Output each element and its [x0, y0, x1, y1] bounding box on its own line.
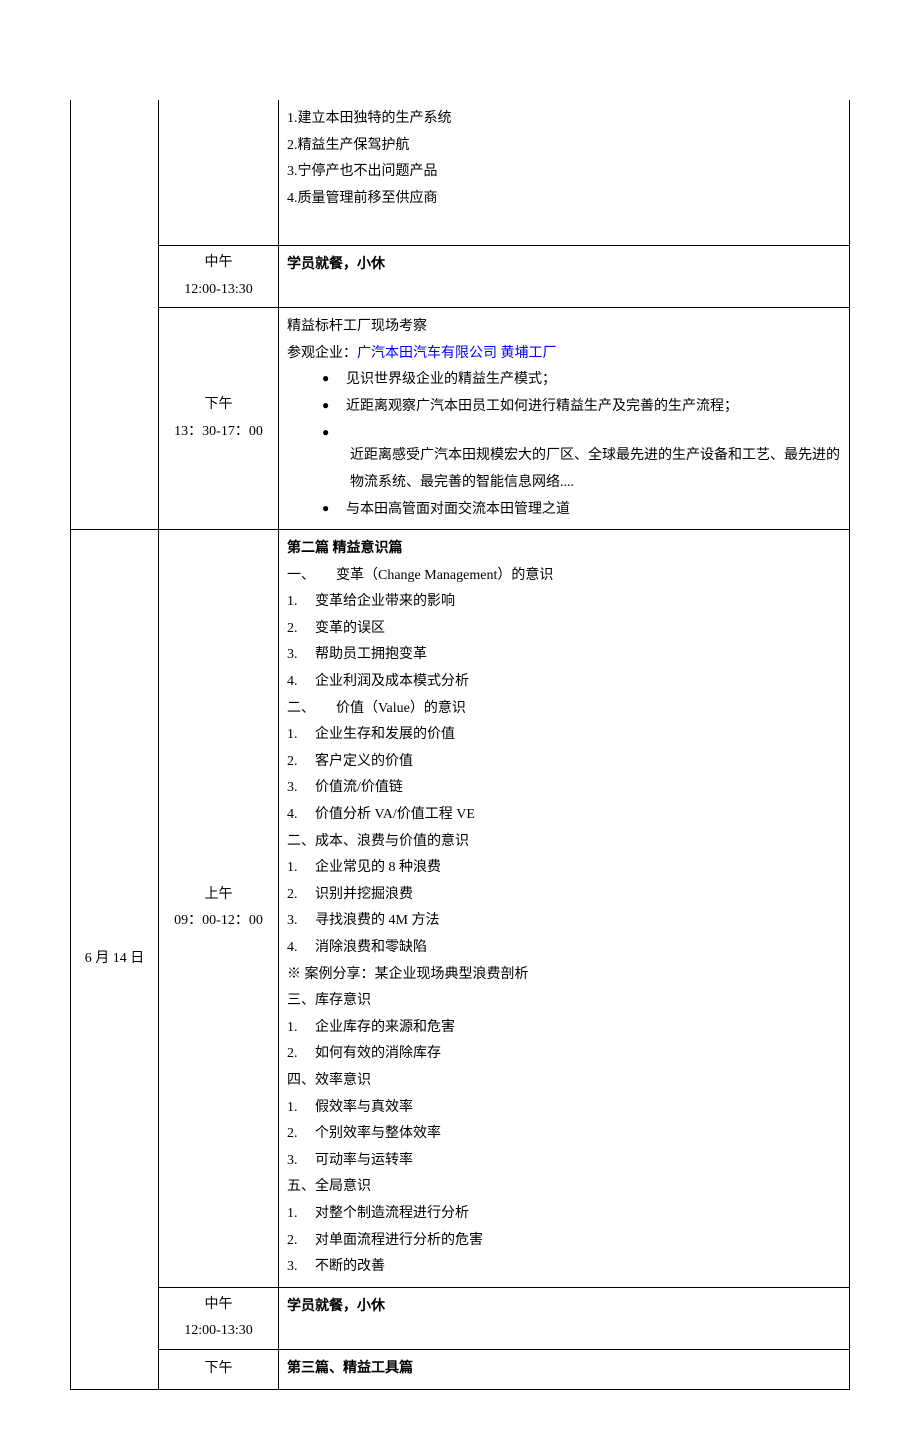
content-line: 精益标杆工厂现场考察 — [287, 314, 841, 341]
bullet-text: 见识世界级企业的精益生产模式； — [346, 367, 841, 394]
content-cell: 第三篇、精益工具篇 — [279, 1349, 850, 1389]
section-heading: 第三篇、精益工具篇 — [287, 1361, 413, 1376]
content-line: 2. 客户定义的价值 — [287, 749, 841, 776]
content-cell: 1.建立本田独特的生产系统 2.精益生产保驾护航 3.宁停产也不出问题产品 4.… — [279, 100, 850, 245]
content-line: 4.质量管理前移至供应商 — [287, 186, 841, 213]
time-cell: 中午 12:00-13:30 — [159, 245, 279, 307]
time-cell: 下午 — [159, 1349, 279, 1389]
date-cell: 6 月 14 日 — [71, 530, 159, 1389]
content-line: 3. 寻找浪费的 4M 方法 — [287, 908, 841, 935]
table-row: 下午 13：30-17：00 精益标杆工厂现场考察 参观企业：广汽本田汽车有限公… — [71, 308, 850, 530]
content-line: ※ 案例分享：某企业现场典型浪费剖析 — [287, 962, 841, 989]
time-cell: 下午 13：30-17：00 — [159, 308, 279, 530]
table-row: 中午 12:00-13:30 学员就餐，小休 — [71, 245, 850, 307]
content-line: 1. 企业库存的来源和危害 — [287, 1015, 841, 1042]
content-line: 3.宁停产也不出问题产品 — [287, 159, 841, 186]
time-range: 09：00-12：00 — [165, 908, 272, 935]
content-line: 1. 假效率与真效率 — [287, 1095, 841, 1122]
bullet-text: 近距离观察广汽本田员工如何进行精益生产及完善的生产流程； — [346, 394, 841, 421]
content-line: 1.建立本田独特的生产系统 — [287, 106, 841, 133]
content-line: 3. 帮助员工拥抱变革 — [287, 642, 841, 669]
time-cell: 上午 09：00-12：00 — [159, 530, 279, 1288]
table-row: 中午 12:00-13:30 学员就餐，小休 — [71, 1287, 850, 1349]
content-line: 1. 变革给企业带来的影响 — [287, 589, 841, 616]
content-cell: 精益标杆工厂现场考察 参观企业：广汽本田汽车有限公司 黄埔工厂 ● 见识世界级企… — [279, 308, 850, 530]
time-range: 13：30-17：00 — [165, 419, 272, 446]
content-line: 一、 变革（Change Management）的意识 — [287, 563, 841, 590]
date-cell-empty — [71, 100, 159, 530]
time-label: 上午 — [165, 882, 272, 909]
bullet-text: 近距离感受广汽本田规模宏大的厂区、全球最先进的生产设备和工艺、最先进的物流系统、… — [350, 443, 841, 496]
bullet-icon: ● — [322, 394, 346, 417]
time-label: 下午 — [165, 392, 272, 419]
content-line: 2.精益生产保驾护航 — [287, 133, 841, 160]
content-line: 二、 价值（Value）的意识 — [287, 696, 841, 723]
content-cell: 学员就餐，小休 — [279, 245, 850, 307]
content-line: 三、库存意识 — [287, 988, 841, 1015]
lunch-text: 学员就餐，小休 — [287, 1299, 385, 1314]
table-row: 1.建立本田独特的生产系统 2.精益生产保驾护航 3.宁停产也不出问题产品 4.… — [71, 100, 850, 245]
company-name: 广汽本田汽车有限公司 黄埔工厂 — [357, 346, 557, 361]
content-line: 1. 对整个制造流程进行分析 — [287, 1201, 841, 1228]
bullet-item: ● — [287, 421, 841, 444]
bullet-text: 与本田高管面对面交流本田管理之道 — [346, 497, 841, 524]
time-range: 12:00-13:30 — [165, 1318, 272, 1345]
content-line: 4. 企业利润及成本模式分析 — [287, 669, 841, 696]
content-line: 参观企业：广汽本田汽车有限公司 黄埔工厂 — [287, 341, 841, 368]
content-line: 4. 价值分析 VA/价值工程 VE — [287, 802, 841, 829]
content-line: 2. 变革的误区 — [287, 616, 841, 643]
content-line: 2. 对单面流程进行分析的危害 — [287, 1228, 841, 1255]
table-row: 6 月 14 日 上午 09：00-12：00 第二篇 精益意识篇 一、 变革（… — [71, 530, 850, 1288]
content-line: 五、全局意识 — [287, 1174, 841, 1201]
content-cell: 学员就餐，小休 — [279, 1287, 850, 1349]
time-range: 12:00-13:30 — [165, 277, 272, 304]
bullet-item: ● 近距离观察广汽本田员工如何进行精益生产及完善的生产流程； — [287, 394, 841, 421]
content-line: 四、效率意识 — [287, 1068, 841, 1095]
bullet-item: ● 见识世界级企业的精益生产模式； — [287, 367, 841, 394]
content-line: 3. 价值流/价值链 — [287, 775, 841, 802]
content-line: 3. 不断的改善 — [287, 1254, 841, 1281]
content-line: 1. 企业生存和发展的价值 — [287, 722, 841, 749]
content-line: 2. 如何有效的消除库存 — [287, 1041, 841, 1068]
time-label: 中午 — [165, 250, 272, 277]
bullet-icon: ● — [322, 421, 346, 444]
content-cell: 第二篇 精益意识篇 一、 变革（Change Management）的意识 1.… — [279, 530, 850, 1288]
time-label: 中午 — [165, 1292, 272, 1319]
content-line: 1. 企业常见的 8 种浪费 — [287, 855, 841, 882]
schedule-table: 1.建立本田独特的生产系统 2.精益生产保驾护航 3.宁停产也不出问题产品 4.… — [70, 100, 850, 1390]
bullet-continuation: 近距离感受广汽本田规模宏大的厂区、全球最先进的生产设备和工艺、最先进的物流系统、… — [287, 443, 841, 496]
bullet-item: ● 与本田高管面对面交流本田管理之道 — [287, 497, 841, 524]
content-line: 二、成本、浪费与价值的意识 — [287, 829, 841, 856]
time-label: 下午 — [165, 1356, 272, 1383]
section-heading: 第二篇 精益意识篇 — [287, 536, 841, 563]
time-cell — [159, 100, 279, 245]
content-line: 2. 个别效率与整体效率 — [287, 1121, 841, 1148]
bullet-icon: ● — [322, 367, 346, 390]
bullet-icon: ● — [322, 497, 346, 520]
content-line: 3. 可动率与运转率 — [287, 1148, 841, 1175]
visit-prefix: 参观企业： — [287, 346, 357, 361]
table-row: 下午 第三篇、精益工具篇 — [71, 1349, 850, 1389]
lunch-text: 学员就餐，小休 — [287, 257, 385, 272]
content-blank — [287, 212, 841, 239]
time-cell: 中午 12:00-13:30 — [159, 1287, 279, 1349]
content-line: 2. 识别并挖掘浪费 — [287, 882, 841, 909]
content-line: 4. 消除浪费和零缺陷 — [287, 935, 841, 962]
